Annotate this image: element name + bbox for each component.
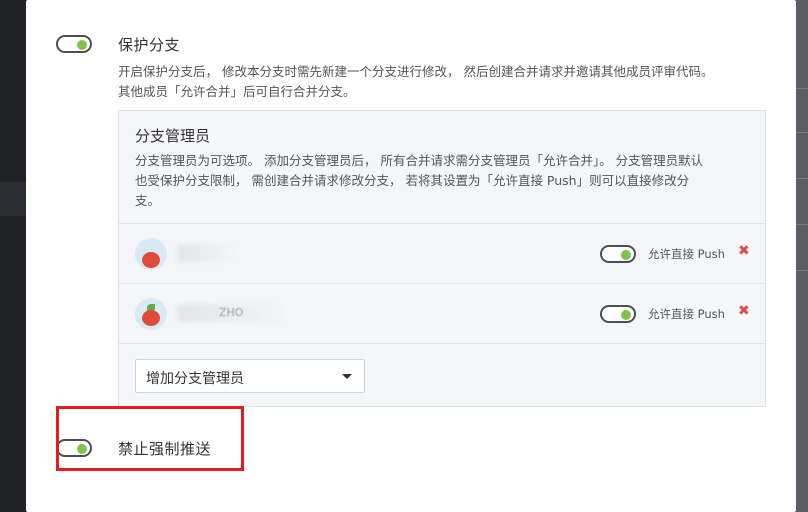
protect-branch-title: 保护分支 (118, 36, 181, 54)
branch-admins-description: 分支管理员为可选项。 添加分支管理员后， 所有合并请求需分支管理员「允许合并」。… (135, 151, 755, 211)
close-icon[interactable]: ✖ (738, 243, 750, 259)
protect-branch-description-line2: 其他成员「允许合并」后可自行合并分支。 (118, 84, 356, 99)
branch-admins-description-line3: 支。 (135, 193, 161, 208)
avatar (135, 238, 167, 270)
add-admin-select[interactable]: 增加分支管理员 (135, 359, 365, 393)
add-admin-select-value: 增加分支管理员 (146, 371, 244, 387)
branch-admins-panel: 分支管理员 分支管理员为可选项。 添加分支管理员后， 所有合并请求需分支管理员「… (118, 110, 766, 407)
toggle-knob (621, 250, 631, 260)
branch-admins-description-line1: 分支管理员为可选项。 添加分支管理员后， 所有合并请求需分支管理员「允许合并」。… (135, 153, 704, 168)
close-icon[interactable]: ✖ (738, 303, 750, 319)
left-sidebar-backdrop (0, 0, 26, 512)
allow-push-toggle[interactable] (600, 305, 636, 323)
allow-push-toggle[interactable] (600, 245, 636, 263)
member-name: ZHO (219, 306, 244, 319)
branch-admins-description-line2: 也受保护分支限制， 需创建合并请求修改分支， 若将其设置为「允许直接 Push」… (135, 173, 690, 188)
allow-push-label: 允许直接 Push (648, 307, 725, 321)
right-backdrop (796, 0, 808, 512)
avatar (135, 298, 167, 330)
branch-admins-title: 分支管理员 (135, 127, 211, 145)
chevron-down-icon (342, 374, 352, 379)
member-name-redacted (177, 244, 237, 262)
branch-settings-modal: 保护分支 开启保护分支后， 修改本分支时需先新建一个分支进行修改， 然后创建合并… (26, 0, 796, 512)
protect-branch-toggle[interactable] (56, 35, 92, 53)
admin-row: ZHO 允许直接 Push ✖ (119, 283, 765, 344)
admin-row: 允许直接 Push ✖ (119, 223, 765, 284)
toggle-knob (77, 40, 87, 50)
annotation-highlight-box (56, 406, 244, 471)
protect-branch-description-line1: 开启保护分支后， 修改本分支时需先新建一个分支进行修改， 然后创建合并请求并邀请… (118, 64, 714, 79)
allow-push-label: 允许直接 Push (648, 247, 725, 261)
toggle-knob (621, 310, 631, 320)
